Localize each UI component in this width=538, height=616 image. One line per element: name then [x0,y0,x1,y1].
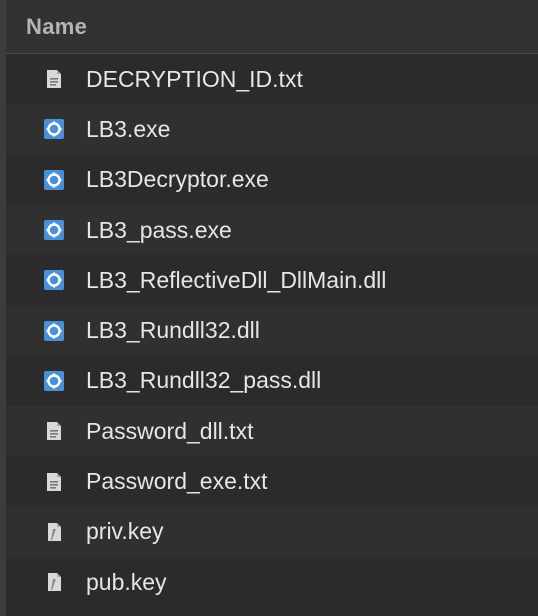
name-column-header[interactable]: Name [6,0,538,54]
file-row[interactable]: pub.key [6,557,538,607]
file-list: DECRYPTION_ID.txt LB3.exe LB3Decryptor.exe… [6,54,538,607]
executable-gear-icon [44,119,64,140]
file-name: LB3_pass.exe [86,216,232,243]
executable-gear-icon [44,270,64,291]
file-row[interactable]: LB3_Rundll32.dll [6,305,538,356]
executable-gear-icon [44,320,64,341]
text-file-icon [44,421,64,441]
file-list-pane: Name DECRYPTION_ID.txt LB3.exe LB3Decrypto… [0,0,538,616]
text-file-icon [44,472,64,492]
file-row[interactable]: Password_exe.txt [6,456,538,506]
name-column-label: Name [26,13,88,39]
file-row[interactable]: LB3_Rundll32_pass.dll [6,356,538,406]
executable-gear-icon [44,169,64,190]
file-row[interactable]: LB3_ReflectiveDll_DllMain.dll [6,255,538,305]
file-name: LB3_Rundll32.dll [86,317,260,344]
file-name: LB3Decryptor.exe [86,166,269,193]
file-name: priv.key [86,518,164,545]
key-file-icon [44,522,64,542]
file-name: DECRYPTION_ID.txt [86,65,303,92]
file-name: Password_exe.txt [86,468,268,495]
file-name: LB3_Rundll32_pass.dll [86,367,322,394]
file-row[interactable]: Password_dll.txt [6,406,538,457]
file-row[interactable]: LB3_pass.exe [6,204,538,256]
file-row[interactable]: LB3.exe [6,104,538,155]
executable-gear-icon [44,370,64,391]
file-name: Password_dll.txt [86,417,254,444]
file-name: LB3.exe [86,115,171,142]
file-name: LB3_ReflectiveDll_DllMain.dll [86,266,387,293]
file-row[interactable]: LB3Decryptor.exe [6,155,538,205]
executable-gear-icon [44,220,64,241]
key-file-icon [44,572,64,592]
file-row[interactable]: DECRYPTION_ID.txt [6,54,538,104]
file-name: pub.key [86,568,167,595]
text-file-icon [44,69,64,89]
file-row[interactable]: priv.key [6,506,538,557]
